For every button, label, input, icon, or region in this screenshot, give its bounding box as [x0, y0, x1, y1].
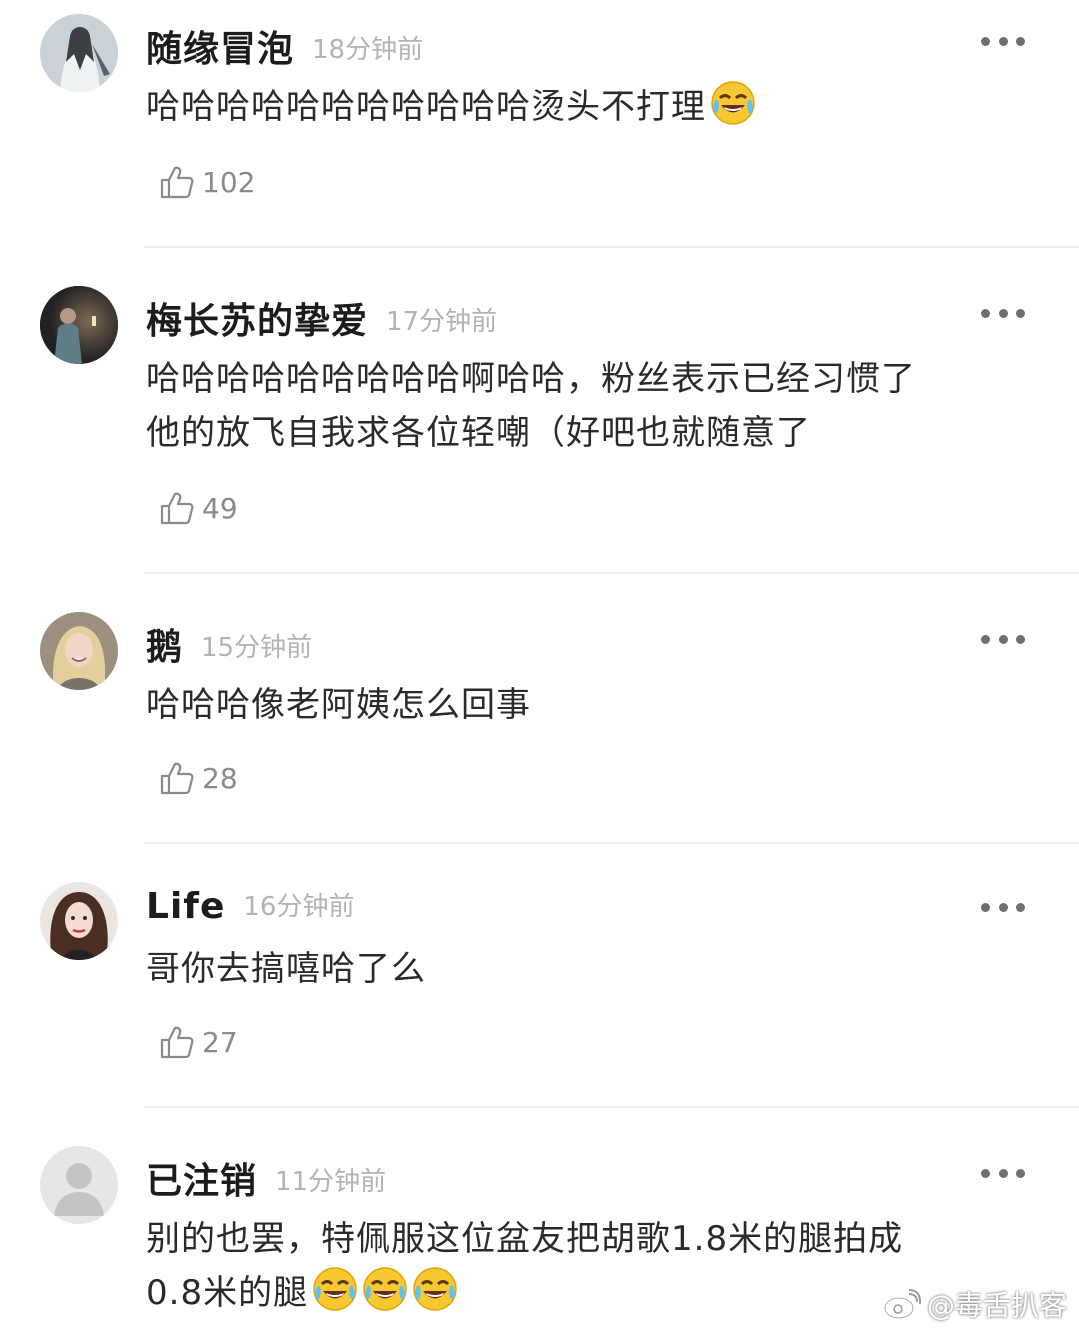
avatar[interactable]	[40, 14, 118, 92]
more-dots-icon[interactable]	[981, 306, 1025, 320]
thumbs-up-icon	[160, 1026, 194, 1059]
comment-author[interactable]: 鹅 15分钟前	[146, 618, 312, 670]
comment-text-line: 哈哈哈像老阿姨怎么回事	[146, 685, 531, 725]
comment-text: 哈哈哈哈哈哈哈哈哈哈哈烫头不打理	[146, 80, 1036, 134]
comment-text-line: 哥你去搞嘻哈了么	[146, 949, 426, 989]
laugh-cry-emoji	[710, 80, 756, 126]
weibo-logo-icon	[883, 1289, 921, 1320]
author-name[interactable]: 梅长苏的挚爱	[146, 301, 368, 342]
more-dots-icon[interactable]	[981, 1166, 1025, 1180]
more-dots-icon[interactable]	[981, 34, 1025, 48]
comment-time: 18分钟前	[312, 35, 424, 65]
comment-author[interactable]: Life 16分钟前	[146, 886, 354, 927]
avatar[interactable]	[40, 612, 118, 690]
comment-author[interactable]: 梅长苏的挚爱 17分钟前	[146, 292, 497, 344]
more-dots-icon[interactable]	[981, 900, 1025, 914]
comment-time: 15分钟前	[201, 633, 313, 663]
like-button[interactable]: 27	[158, 1022, 238, 1062]
comment-text-line: 他的放飞自我求各位轻嘲（好吧也就随意了	[146, 413, 811, 453]
laugh-cry-emoji	[412, 1266, 458, 1312]
author-name[interactable]: 已注销	[146, 1161, 257, 1202]
laugh-cry-emoji	[312, 1266, 358, 1312]
watermark: @毒舌扒客	[883, 1284, 1067, 1324]
like-button[interactable]: 49	[158, 488, 238, 528]
divider	[144, 1106, 1079, 1108]
comment-text-line: 哈哈哈哈哈哈哈哈哈哈哈烫头不打理	[146, 87, 706, 127]
thumbs-up-icon	[160, 492, 194, 525]
comment-text-line: 0.8米的腿	[146, 1273, 309, 1313]
comment-text-line: 哈哈哈哈哈哈哈哈哈啊哈哈，粉丝表示已经习惯了	[146, 359, 916, 399]
watermark-text: @毒舌扒客	[926, 1289, 1067, 1322]
like-count: 27	[202, 1025, 238, 1059]
like-count: 49	[202, 491, 238, 525]
comment-author[interactable]: 随缘冒泡 18分钟前	[146, 20, 423, 72]
comment-text: 哈哈哈像老阿姨怎么回事	[146, 678, 1036, 732]
comment-text-line: 别的也罢，特佩服这位盆友把胡歌1.8米的腿拍成	[146, 1219, 904, 1259]
laugh-cry-emoji	[362, 1266, 408, 1312]
comment-text: 哈哈哈哈哈哈哈哈哈啊哈哈，粉丝表示已经习惯了 他的放飞自我求各位轻嘲（好吧也就随…	[146, 352, 1036, 460]
comment-time: 11分钟前	[275, 1167, 387, 1197]
divider	[144, 246, 1079, 248]
like-button[interactable]: 102	[158, 162, 255, 202]
like-button[interactable]: 28	[158, 758, 238, 798]
thumbs-up-icon	[160, 762, 194, 795]
divider	[144, 572, 1079, 574]
comment-text: 哥你去搞嘻哈了么	[146, 942, 1036, 996]
avatar[interactable]	[40, 286, 118, 364]
more-dots-icon[interactable]	[981, 632, 1025, 646]
comment-time: 17分钟前	[386, 307, 498, 337]
like-count: 28	[202, 761, 238, 795]
author-name[interactable]: 鹅	[146, 627, 183, 668]
comment-author[interactable]: 已注销 11分钟前	[146, 1152, 386, 1204]
avatar[interactable]	[40, 882, 118, 960]
divider	[144, 842, 1079, 844]
author-name[interactable]: 随缘冒泡	[146, 29, 294, 70]
like-count: 102	[202, 165, 256, 199]
comment-time: 16分钟前	[243, 892, 355, 922]
author-name[interactable]: Life	[146, 886, 225, 927]
avatar[interactable]	[40, 1146, 118, 1224]
thumbs-up-icon	[160, 166, 194, 199]
